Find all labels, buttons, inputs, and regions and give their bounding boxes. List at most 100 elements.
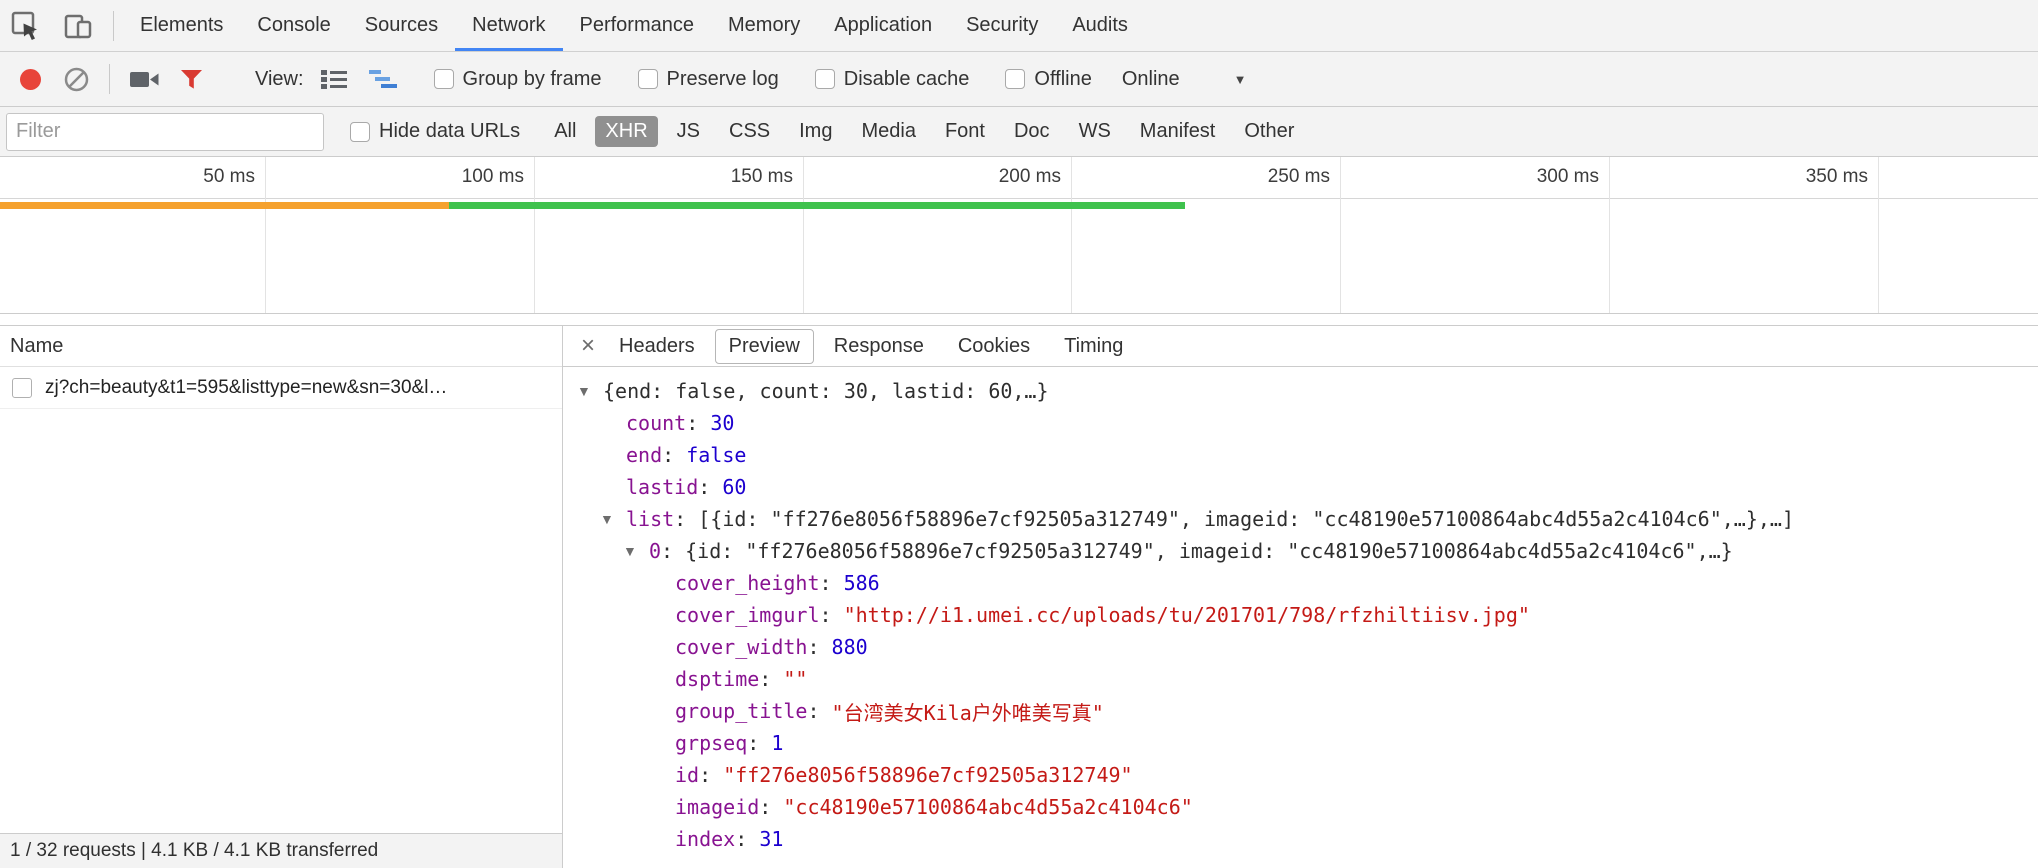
detail-tab-label: Timing (1064, 335, 1123, 357)
timeline-gridline (1340, 157, 1341, 313)
property-key: index (675, 827, 735, 851)
expander-icon[interactable]: ▼ (577, 383, 603, 399)
panel-tab[interactable]: Memory (711, 0, 817, 51)
expander-icon[interactable]: ▼ (600, 511, 626, 527)
checkbox-label: Offline (1034, 68, 1091, 91)
resource-type-filter[interactable]: CSS (719, 116, 780, 147)
resource-type-filter[interactable]: Img (789, 116, 842, 147)
panel-tab[interactable]: Console (240, 0, 347, 51)
panel-tab-label: Security (966, 14, 1038, 37)
resource-type-filter[interactable]: Doc (1004, 116, 1060, 147)
property-value: "cc48190e57100864abc4d55a2c4104c6" (783, 795, 1192, 819)
checkbox-label: Disable cache (844, 68, 970, 91)
hide-data-urls-checkbox[interactable]: Hide data URLs (350, 120, 520, 143)
screenshot-capture-button[interactable] (119, 69, 170, 90)
resource-type-filter[interactable]: All (544, 116, 586, 147)
toolbar-checkbox-group[interactable]: Preserve log (638, 68, 779, 91)
panel-tab-label: Console (257, 14, 330, 37)
detail-tab[interactable]: Headers (605, 329, 709, 364)
device-toolbar-icon (62, 10, 94, 42)
request-row[interactable]: zj?ch=beauty&t1=595&listtype=new&sn=30&l… (0, 367, 562, 409)
checkbox[interactable] (350, 122, 370, 142)
close-icon[interactable]: × (571, 332, 605, 360)
preview-tree-row[interactable]: dsptime : "" (563, 663, 2038, 695)
checkbox[interactable] (1005, 69, 1025, 89)
panel-tab[interactable]: Network (455, 0, 562, 51)
throttling-value: Online (1122, 68, 1180, 91)
requests-panel: Name zj?ch=beauty&t1=595&listtype=new&sn… (0, 326, 563, 868)
resource-type-filter[interactable]: JS (667, 116, 710, 147)
resource-type-filter[interactable]: Media (851, 116, 925, 147)
devtools-window: Elements Console Sources Network Perform… (0, 0, 2038, 868)
preview-tree-row[interactable]: ▼ 0 : {id: "ff276e8056f58896e7cf92505a31… (563, 535, 2038, 567)
resource-type-filter[interactable]: Other (1234, 116, 1304, 147)
property-colon: : (674, 507, 698, 531)
resource-type-filter[interactable]: XHR (595, 116, 657, 147)
preview-tree-row[interactable]: ▼ list : [{id: "ff276e8056f58896e7cf9250… (563, 503, 2038, 535)
name-column-header[interactable]: Name (0, 326, 562, 367)
detail-tab[interactable]: Response (820, 329, 938, 364)
resource-type-filter-label: Other (1244, 120, 1294, 142)
filter-input[interactable] (6, 113, 324, 151)
property-key: imageid (675, 795, 759, 819)
property-colon: : (820, 571, 844, 595)
resource-type-filter[interactable]: Manifest (1130, 116, 1226, 147)
timeline-gridline (803, 157, 804, 313)
toolbar-checkbox-group[interactable]: Offline (1005, 68, 1091, 91)
detail-tab[interactable]: Timing (1050, 329, 1137, 364)
resource-type-filter[interactable]: WS (1069, 116, 1121, 147)
preview-tree-row[interactable]: cover_imgurl : "http://i1.umei.cc/upload… (563, 599, 2038, 631)
checkbox[interactable] (815, 69, 835, 89)
panel-tab[interactable]: Elements (123, 0, 240, 51)
expander-icon[interactable]: ▼ (623, 543, 649, 559)
property-value: {end: false, count: 30, lastid: 60,…} (603, 379, 1049, 403)
property-key: cover_width (675, 635, 807, 659)
preview-tree-row[interactable]: cover_height : 586 (563, 567, 2038, 599)
preview-tree-row[interactable]: count : 30 (563, 407, 2038, 439)
property-value: "" (783, 667, 807, 691)
timeline-overview[interactable]: 50 ms100 ms150 ms200 ms250 ms300 ms350 m… (0, 157, 2038, 314)
list-view-button[interactable] (310, 68, 358, 90)
panel-tab[interactable]: Performance (563, 0, 712, 51)
checkbox[interactable] (434, 69, 454, 89)
timeline-bar (449, 202, 1185, 209)
panel-tab-label: Performance (580, 14, 695, 37)
resource-type-filter-label: WS (1079, 120, 1111, 142)
record-button[interactable] (20, 69, 41, 90)
camera-icon (129, 69, 160, 90)
device-toolbar-button[interactable] (52, 0, 104, 51)
preview-tree-row[interactable]: imageid : "cc48190e57100864abc4d55a2c410… (563, 791, 2038, 823)
preview-tree-row[interactable]: index : 31 (563, 823, 2038, 855)
panel-tab[interactable]: Audits (1055, 0, 1145, 51)
detail-tab[interactable]: Preview (715, 329, 814, 364)
preview-tree-row[interactable]: end : false (563, 439, 2038, 471)
property-value: "台湾美女Kila户外唯美写真" (832, 697, 1104, 726)
throttling-select[interactable]: Online ▼ (1122, 68, 1247, 91)
detail-tab[interactable]: Cookies (944, 329, 1044, 364)
panel-tab[interactable]: Application (817, 0, 949, 51)
clear-button[interactable] (53, 66, 100, 93)
property-colon: : (686, 411, 710, 435)
preview-tree-row[interactable]: cover_width : 880 (563, 631, 2038, 663)
panel-tab[interactable]: Sources (348, 0, 455, 51)
filter-toggle-button[interactable] (170, 69, 213, 90)
detail-tab-label: Cookies (958, 335, 1030, 357)
preview-tree-row[interactable]: lastid : 60 (563, 471, 2038, 503)
preview-tree-row[interactable]: ▼ {end: false, count: 30, lastid: 60,…} (563, 375, 2038, 407)
resource-type-filter-label: XHR (605, 120, 647, 142)
panel-tab-label: Network (472, 14, 545, 37)
inspect-element-button[interactable] (0, 0, 52, 51)
detail-tab-label: Preview (729, 335, 800, 357)
preview-tree-row[interactable]: id : "ff276e8056f58896e7cf92505a312749" (563, 759, 2038, 791)
preview-tree-row[interactable]: group_title : "台湾美女Kila户外唯美写真" (563, 695, 2038, 727)
preview-tree-row[interactable]: grpseq : 1 (563, 727, 2038, 759)
toolbar-checkbox-group[interactable]: Group by frame (434, 68, 602, 91)
property-key: end (626, 443, 662, 467)
resource-type-filter[interactable]: Font (935, 116, 995, 147)
toolbar-checkbox-group[interactable]: Disable cache (815, 68, 970, 91)
waterfall-view-button[interactable] (358, 68, 408, 90)
checkbox[interactable] (638, 69, 658, 89)
property-colon: : (820, 603, 844, 627)
panel-tab[interactable]: Security (949, 0, 1055, 51)
list-view-icon (320, 68, 348, 90)
